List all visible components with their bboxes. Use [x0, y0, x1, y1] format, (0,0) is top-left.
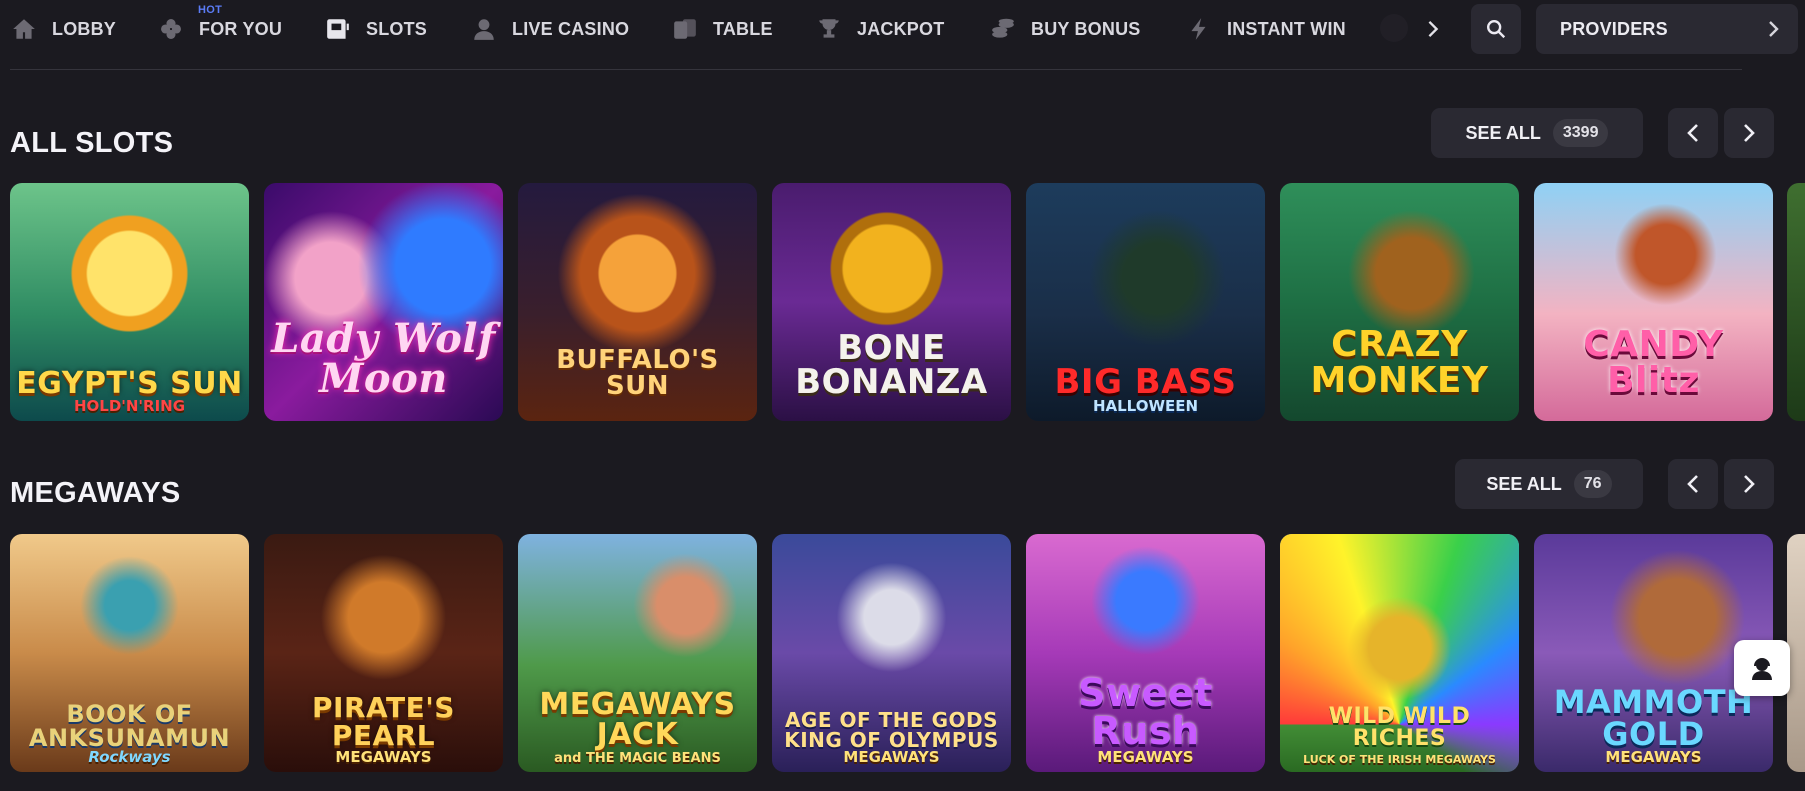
category-nav: LOBBY HOT FOR YOU SLOTS LIVE CASINO TABL… [0, 0, 1805, 58]
game-title: AGE OF THE GODS KING OF OLYMPUS [784, 708, 999, 752]
game-title: MAMMOTH GOLD [1553, 683, 1754, 753]
nav-item-label: BUY BONUS [1031, 18, 1141, 39]
nav-item-lobby[interactable]: LOBBY [10, 0, 116, 58]
game-subtitle: LUCK OF THE IRISH MEGAWAYS [1303, 753, 1496, 766]
see-all-label: SEE ALL [1486, 473, 1562, 494]
nav-item-jackpot[interactable]: JACKPOT [815, 0, 944, 58]
nav-scroll-right-button[interactable] [1418, 10, 1448, 48]
nav-item-label: LOBBY [52, 18, 116, 39]
nav-item-instant-win[interactable]: INSTANT WIN [1185, 0, 1346, 58]
game-tile-partial[interactable] [1787, 183, 1805, 421]
game-title: Sweet Rush [1078, 671, 1213, 753]
game-subtitle: and THE MAGIC BEANS [554, 751, 721, 766]
coins-icon [989, 15, 1017, 43]
section-title-megaways: MEGAWAYS [10, 477, 181, 509]
nav-item-label: JACKPOT [857, 18, 945, 39]
game-title: BONE BONANZA [795, 328, 988, 402]
see-all-label: SEE ALL [1465, 122, 1541, 143]
game-tile-king-of-olympus[interactable]: AGE OF THE GODS KING OF OLYMPUS MEGAWAYS [772, 534, 1011, 772]
scroll-left-button[interactable] [1668, 459, 1718, 509]
game-subtitle: MEGAWAYS [1097, 748, 1194, 766]
game-count-badge: 3399 [1552, 119, 1609, 147]
chevron-right-icon [1744, 475, 1755, 493]
search-button[interactable] [1471, 4, 1521, 54]
game-tile-crazy-monkey[interactable]: CRAZY MONKEY [1280, 183, 1519, 421]
home-icon [10, 15, 38, 43]
nav-divider [10, 69, 1742, 70]
chevron-right-icon [1428, 20, 1439, 38]
cards-icon [671, 15, 699, 43]
chevron-right-icon [1769, 21, 1779, 37]
game-subtitle: MEGAWAYS [843, 748, 940, 766]
game-tile-egypts-sun[interactable]: EGYPT'S SUN HOLD'N'RING [10, 183, 249, 421]
support-agent-icon [1752, 658, 1772, 680]
game-tile-book-of-anksunamun[interactable]: BOOK OF ANKSUNAMUN Rockways [10, 534, 249, 772]
nav-item-label: INSTANT WIN [1227, 18, 1346, 39]
game-tile-megaways-jack[interactable]: MEGAWAYS JACK and THE MAGIC BEANS [518, 534, 757, 772]
nav-item-for-you[interactable]: HOT FOR YOU [157, 0, 282, 58]
nav-item-buy-bonus[interactable]: BUY BONUS [989, 0, 1140, 58]
dealer-icon [470, 15, 498, 43]
see-all-button[interactable]: SEE ALL 3399 [1431, 108, 1643, 158]
game-title: Lady Wolf Moon [271, 315, 496, 402]
game-title: CANDY Blitz [1583, 324, 1724, 401]
nav-item-label: FOR YOU [199, 18, 283, 39]
providers-label: PROVIDERS [1560, 18, 1668, 39]
game-subtitle: MEGAWAYS [335, 748, 432, 766]
section-title-all-slots: ALL SLOTS [10, 127, 174, 159]
game-tile-buffalos-sun[interactable]: BUFFALO'S SUN [518, 183, 757, 421]
nav-item-live-casino[interactable]: LIVE CASINO [470, 0, 629, 58]
game-title: EGYPT'S SUN [16, 366, 243, 401]
see-all-button[interactable]: SEE ALL 76 [1455, 459, 1643, 509]
game-tile-sweet-rush[interactable]: Sweet Rush MEGAWAYS [1026, 534, 1265, 772]
providers-button[interactable]: PROVIDERS [1536, 4, 1798, 54]
game-title: BOOK OF ANKSUNAMUN [28, 700, 231, 752]
scroll-left-button[interactable] [1668, 108, 1718, 158]
scroll-right-button[interactable] [1724, 459, 1774, 509]
game-title: MEGAWAYS JACK [539, 687, 736, 752]
game-tile-wild-wild-riches[interactable]: WILD WILD RICHES LUCK OF THE IRISH MEGAW… [1280, 534, 1519, 772]
game-title: WILD WILD RICHES [1328, 704, 1471, 751]
clover-icon [157, 15, 185, 43]
game-tile-lady-wolf-moon[interactable]: Lady Wolf Moon [264, 183, 503, 421]
nav-overflow-fade [1380, 14, 1408, 42]
game-subtitle: Rockways [88, 748, 171, 766]
nav-item-table[interactable]: TABLE [671, 0, 773, 58]
chevron-left-icon [1687, 475, 1698, 493]
support-chat-button[interactable] [1734, 640, 1790, 696]
hot-badge: HOT [198, 4, 223, 16]
game-title: BIG BASS [1054, 362, 1237, 402]
chevron-left-icon [1687, 124, 1698, 142]
game-tile-candy-blitz[interactable]: CANDY Blitz [1534, 183, 1773, 421]
game-subtitle: MEGAWAYS [1605, 748, 1702, 766]
nav-item-label: TABLE [713, 18, 773, 39]
game-title: CRAZY MONKEY [1310, 324, 1489, 401]
nav-item-label: SLOTS [366, 18, 428, 39]
scroll-right-button[interactable] [1724, 108, 1774, 158]
trophy-icon [815, 15, 843, 43]
game-subtitle: HOLD'N'RING [73, 397, 186, 415]
game-count-badge: 76 [1573, 470, 1612, 498]
slot-machine-icon [324, 15, 352, 43]
lightning-icon [1185, 15, 1213, 43]
nav-item-label: LIVE CASINO [512, 18, 630, 39]
game-title: BUFFALO'S SUN [556, 345, 719, 401]
game-title: PIRATE'S PEARL [312, 691, 455, 752]
game-tile-big-bass-halloween[interactable]: BIG BASS HALLOWEEN [1026, 183, 1265, 421]
chevron-right-icon [1744, 124, 1755, 142]
game-subtitle: HALLOWEEN [1092, 397, 1199, 415]
game-tile-bone-bonanza[interactable]: BONE BONANZA [772, 183, 1011, 421]
search-icon [1487, 20, 1506, 39]
nav-item-slots[interactable]: SLOTS [324, 0, 427, 58]
game-tile-pirates-pearl[interactable]: PIRATE'S PEARL MEGAWAYS [264, 534, 503, 772]
